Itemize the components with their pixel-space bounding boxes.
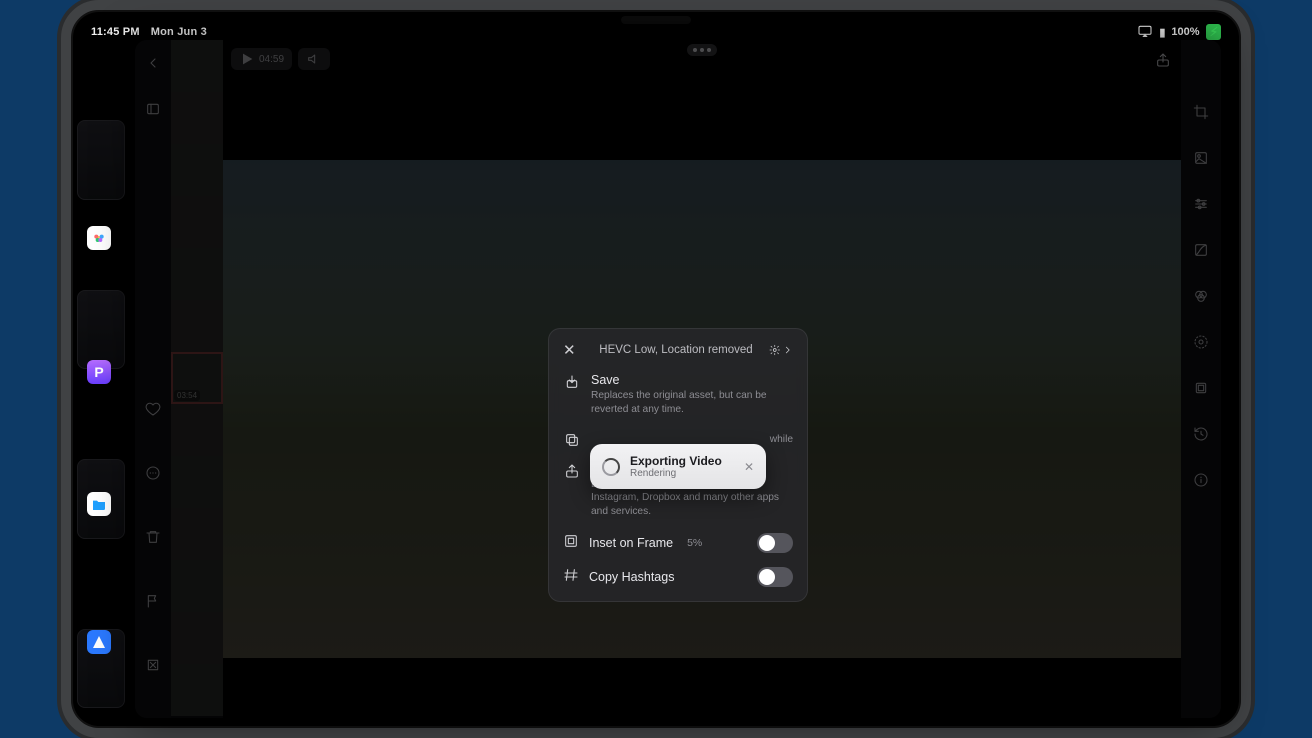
thumbnail[interactable] — [171, 248, 223, 300]
hashtag-icon — [563, 567, 579, 586]
app-icon-affinity[interactable] — [87, 630, 111, 654]
thumbnail[interactable] — [171, 196, 223, 248]
status-date: Mon Jun 3 — [151, 26, 207, 38]
copy-hashtags-label: Copy Hashtags — [589, 570, 674, 584]
info-tool[interactable] — [1189, 468, 1213, 492]
favorite-button[interactable] — [140, 396, 166, 422]
app-icon-darkroom[interactable]: P — [87, 360, 111, 384]
close-sheet-button[interactable]: ✕ — [563, 341, 583, 359]
thumbnail[interactable] — [171, 300, 223, 352]
status-time: 11:45 PM — [91, 26, 140, 38]
app-switcher-card[interactable] — [77, 120, 125, 200]
inset-icon — [563, 533, 579, 552]
app-window: 04:59 — [135, 40, 1221, 718]
thumbnail[interactable] — [171, 144, 223, 196]
frame-tool[interactable] — [1189, 376, 1213, 400]
save-icon — [563, 374, 581, 417]
window-grabber[interactable] — [687, 44, 717, 56]
battery-pill: ⚡︎ — [1206, 24, 1221, 40]
toast-close-button[interactable]: ✕ — [744, 460, 754, 474]
thumbnail[interactable] — [171, 560, 223, 612]
sheet-title: HEVC Low, Location removed — [583, 344, 769, 356]
app-switcher-rail[interactable]: P — [77, 120, 135, 708]
sheet-settings-button[interactable] — [769, 342, 793, 358]
thumbnail[interactable] — [171, 404, 223, 456]
flag-button[interactable] — [140, 588, 166, 614]
right-toolbar — [1181, 40, 1221, 718]
photo-tool[interactable] — [1189, 146, 1213, 170]
canvas-topbar: 04:59 — [231, 48, 330, 70]
app-switcher-card[interactable] — [77, 290, 125, 370]
thumbnail[interactable] — [171, 456, 223, 508]
thumbnail[interactable] — [171, 508, 223, 560]
video-duration-chip[interactable]: 04:59 — [231, 48, 292, 70]
inset-percent: 5% — [687, 537, 702, 549]
copy-icon — [563, 432, 581, 448]
charging-icon: ⚡︎ — [1210, 25, 1218, 39]
inset-frame-row: Inset on Frame 5% — [563, 533, 793, 553]
back-button[interactable] — [140, 50, 166, 76]
copy-hashtags-row: Copy Hashtags — [563, 567, 793, 587]
curves-tool[interactable] — [1189, 238, 1213, 262]
adjust-tool[interactable] — [1189, 192, 1213, 216]
inset-toggle[interactable] — [757, 533, 793, 553]
crop-tool[interactable] — [1189, 100, 1213, 124]
status-bar: 11:45 PM Mon Jun 3 ▮ 100% ⚡︎ — [71, 22, 1241, 42]
app-body: 04:59 — [135, 40, 1221, 718]
left-toolbar — [135, 40, 171, 718]
more-button[interactable] — [140, 460, 166, 486]
ipad-device-frame: 11:45 PM Mon Jun 3 ▮ 100% ⚡︎ P — [61, 0, 1251, 738]
thumbnail-strip[interactable] — [171, 40, 223, 718]
copy-hashtags-toggle[interactable] — [757, 567, 793, 587]
save-label: Save — [591, 373, 793, 387]
toast-title: Exporting Video — [630, 454, 722, 468]
battery-icon: ▮ — [1159, 26, 1165, 39]
thumbnail[interactable] — [171, 40, 223, 92]
toast-subtitle: Rendering — [630, 468, 722, 479]
delete-button[interactable] — [140, 524, 166, 550]
app-icon-photos[interactable] — [87, 226, 111, 250]
thumbnail[interactable] — [171, 92, 223, 144]
battery-percent: 100% — [1171, 26, 1199, 38]
save-description: Replaces the original asset, but can be … — [591, 389, 793, 417]
reject-button[interactable] — [140, 652, 166, 678]
export-toast: Exporting Video Rendering ✕ — [590, 444, 766, 489]
focus-tool[interactable] — [1189, 330, 1213, 354]
video-duration: 04:59 — [259, 54, 284, 65]
app-icon-files[interactable] — [87, 492, 111, 516]
inset-label: Inset on Frame — [589, 536, 673, 550]
airplay-icon — [1137, 23, 1153, 42]
share-button[interactable] — [1155, 52, 1171, 73]
spinner-icon — [602, 458, 620, 476]
audio-chip[interactable] — [298, 48, 330, 70]
thumbnail[interactable] — [171, 664, 223, 716]
save-row[interactable]: Save Replaces the original asset, but ca… — [563, 373, 793, 417]
thumbnail[interactable] — [171, 612, 223, 664]
color-tool[interactable] — [1189, 284, 1213, 308]
thumbnail-selected[interactable] — [171, 352, 223, 404]
share-icon — [563, 463, 581, 519]
collapse-sidebar-icon[interactable] — [140, 96, 166, 122]
history-tool[interactable] — [1189, 422, 1213, 446]
